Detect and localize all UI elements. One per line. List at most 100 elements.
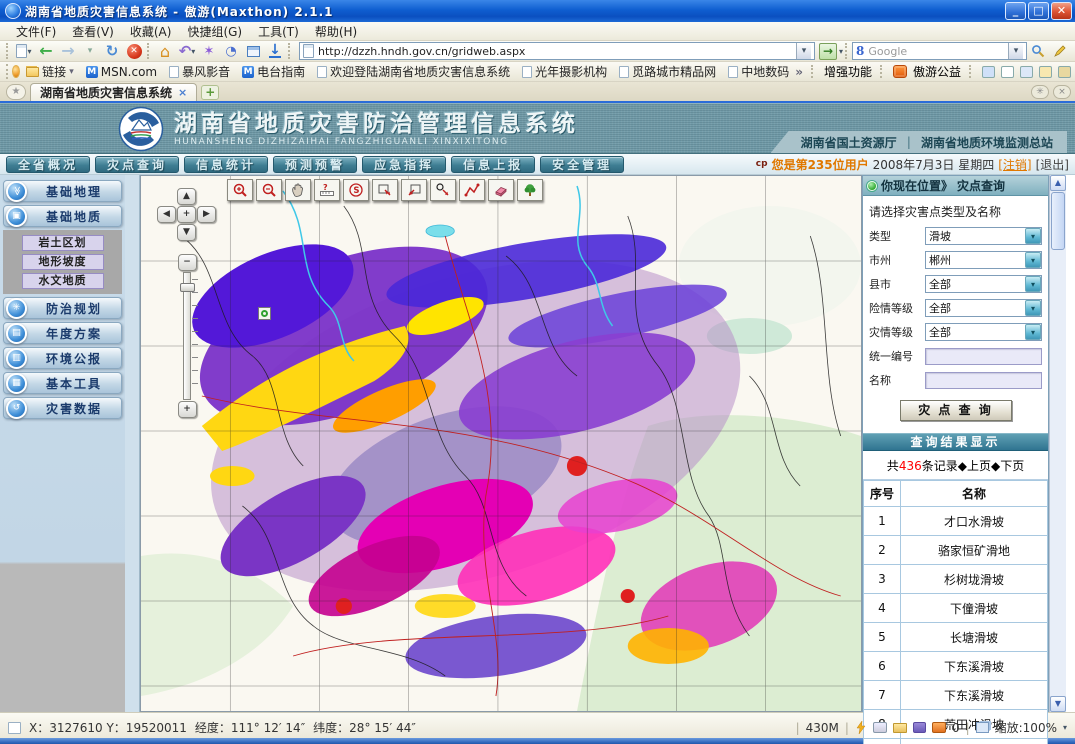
table-row[interactable]: 7下东溪滑坡 bbox=[864, 681, 1048, 710]
tab-close-icon[interactable]: × bbox=[178, 86, 187, 99]
logout-link[interactable]: [注销] bbox=[998, 156, 1031, 173]
pan-center-button[interactable]: + bbox=[177, 206, 196, 223]
address-bar[interactable]: http://dzzh.hndh.gov.cn/gridweb.aspx ▾ bbox=[299, 42, 815, 60]
menu-tools[interactable]: 工具(T) bbox=[250, 23, 307, 40]
google-engine-icon[interactable]: 8 bbox=[856, 44, 864, 58]
row-name[interactable]: 才口水滑坡 bbox=[901, 507, 1048, 536]
filter-wand-button[interactable]: ✶ bbox=[199, 42, 219, 61]
subitem-rock-zoning[interactable]: 岩土区划 bbox=[22, 235, 104, 251]
bookmark-item-city[interactable]: 觅路城市精品网 bbox=[613, 63, 722, 80]
search-go-button[interactable] bbox=[1028, 42, 1048, 61]
tab-item-active[interactable]: 湖南省地质灾害信息系统 × bbox=[30, 83, 197, 101]
bookmark-item-zhongdi[interactable]: 中地数码 bbox=[722, 63, 795, 80]
minimize-button[interactable]: _ bbox=[1005, 2, 1026, 20]
row-name[interactable]: 黄花岭滑坡 bbox=[901, 739, 1048, 744]
search-input[interactable]: Google bbox=[868, 45, 1008, 58]
scroll-down-button[interactable]: ▼ bbox=[1050, 696, 1066, 712]
prev-page-link[interactable]: ◆上页 bbox=[958, 459, 991, 473]
history-dropdown-button[interactable]: ▾ bbox=[80, 42, 100, 61]
nav-tab-emergency[interactable]: 应急指挥 bbox=[362, 156, 446, 173]
new-page-caret-icon[interactable]: ▾ bbox=[27, 47, 31, 56]
row-name[interactable]: 下东溪滑坡 bbox=[901, 681, 1048, 710]
tools-gear-button[interactable]: ✳ bbox=[1031, 85, 1049, 99]
sidebar-item-basic-tools[interactable]: ▦ 基本工具 bbox=[3, 372, 122, 394]
page-scrollbar[interactable]: ▲ ▼ bbox=[1049, 175, 1066, 712]
new-page-button[interactable]: ▾ bbox=[14, 42, 34, 61]
next-page-link[interactable]: ◆下页 bbox=[991, 459, 1024, 473]
menu-favorites[interactable]: 收藏(A) bbox=[122, 23, 180, 40]
pan-up-button[interactable]: ▲ bbox=[177, 188, 196, 205]
address-dropdown-button[interactable]: ▾ bbox=[796, 43, 811, 59]
chevron-down-icon[interactable]: ▾ bbox=[1025, 324, 1041, 340]
map-tool-zoom-out-window[interactable] bbox=[401, 179, 427, 201]
bookmark-item-radio[interactable]: M电台指南 bbox=[236, 63, 311, 80]
nav-tab-report[interactable]: 信息上报 bbox=[451, 156, 535, 173]
tabbar-close-button[interactable]: × bbox=[1053, 85, 1071, 99]
address-input[interactable]: http://dzzh.hndh.gov.cn/gridweb.aspx bbox=[318, 45, 796, 58]
skin-icon[interactable] bbox=[1058, 66, 1071, 78]
type-select[interactable]: 滑坡 ▾ bbox=[925, 227, 1042, 245]
messenger-icon[interactable] bbox=[982, 66, 995, 78]
sidebar-item-base-geography[interactable]: ≫ 基础地理 bbox=[3, 180, 122, 202]
bookmark-item-photo[interactable]: 光年摄影机构 bbox=[516, 63, 613, 80]
history-button[interactable]: ◔ bbox=[221, 42, 241, 61]
menu-help[interactable]: 帮助(H) bbox=[307, 23, 365, 40]
table-row[interactable]: 5长塘滑坡 bbox=[864, 623, 1048, 652]
new-tab-button[interactable]: + bbox=[201, 85, 219, 100]
sidebar-item-prevention-plan[interactable]: ✳ 防治规划 bbox=[3, 297, 122, 319]
nav-tab-forecast[interactable]: 预测预警 bbox=[273, 156, 357, 173]
zoom-level-text[interactable]: 缩放:100% bbox=[995, 719, 1057, 736]
nav-tab-overview[interactable]: 全省概况 bbox=[6, 156, 90, 173]
map-tool-identify[interactable] bbox=[430, 179, 456, 201]
notes-icon[interactable] bbox=[913, 722, 926, 733]
pan-down-button[interactable]: ▼ bbox=[177, 224, 196, 241]
nav-tab-disaster-query[interactable]: 灾点查询 bbox=[95, 156, 179, 173]
map-tool-measure[interactable]: ? bbox=[314, 179, 340, 201]
danger-level-select[interactable]: 全部 ▾ bbox=[925, 299, 1042, 317]
name-input[interactable] bbox=[925, 372, 1042, 389]
lightning-icon[interactable] bbox=[855, 721, 867, 734]
close-button[interactable]: ✕ bbox=[1051, 2, 1072, 20]
menu-file[interactable]: 文件(F) bbox=[8, 23, 64, 40]
uid-input[interactable] bbox=[925, 348, 1042, 365]
go-button[interactable]: → bbox=[819, 43, 837, 60]
table-row[interactable]: 1才口水滑坡 bbox=[864, 507, 1048, 536]
chevron-down-icon[interactable]: ▾ bbox=[1025, 252, 1041, 268]
table-row[interactable]: 4下僮滑坡 bbox=[864, 594, 1048, 623]
chevron-down-icon[interactable]: ▾ bbox=[1025, 276, 1041, 292]
scroll-thumb[interactable] bbox=[1051, 192, 1065, 250]
proxy-icon[interactable] bbox=[873, 722, 887, 733]
enhance-button[interactable]: 增强功能 bbox=[824, 63, 872, 80]
go-caret-icon[interactable]: ▾ bbox=[839, 47, 843, 56]
feed-icon[interactable] bbox=[1039, 66, 1052, 78]
table-row[interactable]: 2骆家恒矿滑地 bbox=[864, 536, 1048, 565]
stop-button[interactable]: ✕ bbox=[124, 42, 144, 61]
tab-list-star-button[interactable]: ★ bbox=[6, 84, 26, 100]
zoom-minus-button[interactable]: − bbox=[178, 254, 197, 271]
row-name[interactable]: 下东溪滑坡 bbox=[901, 652, 1048, 681]
map-tool-draw-line[interactable] bbox=[459, 179, 485, 201]
menu-groups[interactable]: 快捷组(G) bbox=[179, 23, 250, 40]
split-window-button[interactable] bbox=[243, 42, 263, 61]
chevron-down-icon[interactable]: ▾ bbox=[1025, 228, 1041, 244]
scroll-up-button[interactable]: ▲ bbox=[1050, 175, 1066, 191]
row-name[interactable]: 骆家恒矿滑地 bbox=[901, 536, 1048, 565]
map-tool-layer-tree[interactable] bbox=[517, 179, 543, 201]
scroll-track[interactable] bbox=[1050, 251, 1066, 696]
map-marker[interactable] bbox=[258, 307, 271, 320]
zoom-caret-icon[interactable]: ▾ bbox=[1063, 723, 1067, 732]
map-tool-zoom-in[interactable] bbox=[227, 179, 253, 201]
map-tool-full-extent[interactable]: S bbox=[343, 179, 369, 201]
map-tool-zoom-out[interactable] bbox=[256, 179, 282, 201]
nav-tab-security[interactable]: 安全管理 bbox=[540, 156, 624, 173]
download-button[interactable]: ↓ bbox=[265, 42, 285, 61]
bookmark-item-storm[interactable]: 暴风影音 bbox=[163, 63, 236, 80]
table-row[interactable]: 6下东溪滑坡 bbox=[864, 652, 1048, 681]
nav-tab-statistics[interactable]: 信息统计 bbox=[184, 156, 268, 173]
bookmark-item-msn[interactable]: MMSN.com bbox=[80, 65, 163, 79]
pan-left-button[interactable]: ◀ bbox=[157, 206, 176, 223]
highlight-button[interactable] bbox=[1050, 42, 1070, 61]
home-button[interactable]: ⌂ bbox=[155, 42, 175, 61]
sidebar-item-base-geology[interactable]: ▣ 基础地质 bbox=[3, 205, 122, 227]
zoom-plus-button[interactable]: + bbox=[178, 401, 197, 418]
